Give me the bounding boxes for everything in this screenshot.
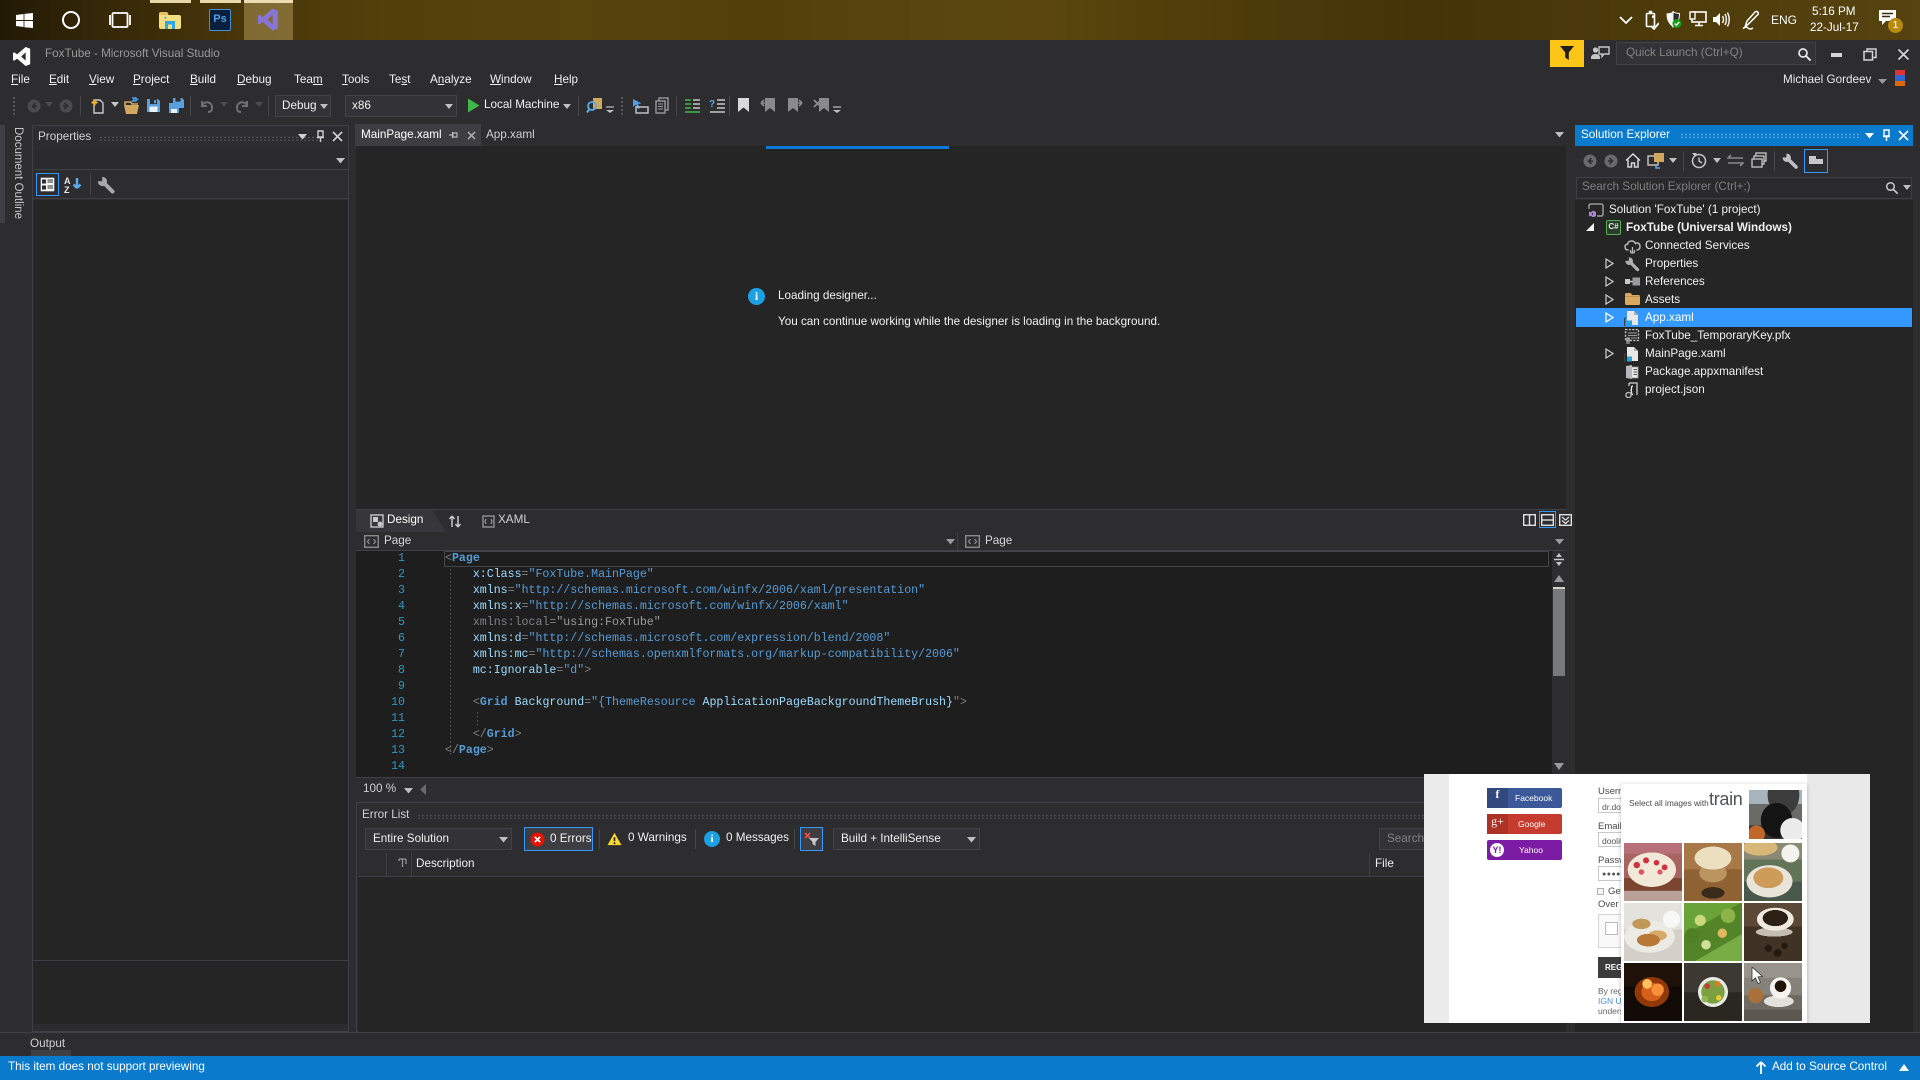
svg-text:Z: Z — [64, 185, 70, 194]
svg-text:?: ? — [709, 99, 715, 110]
